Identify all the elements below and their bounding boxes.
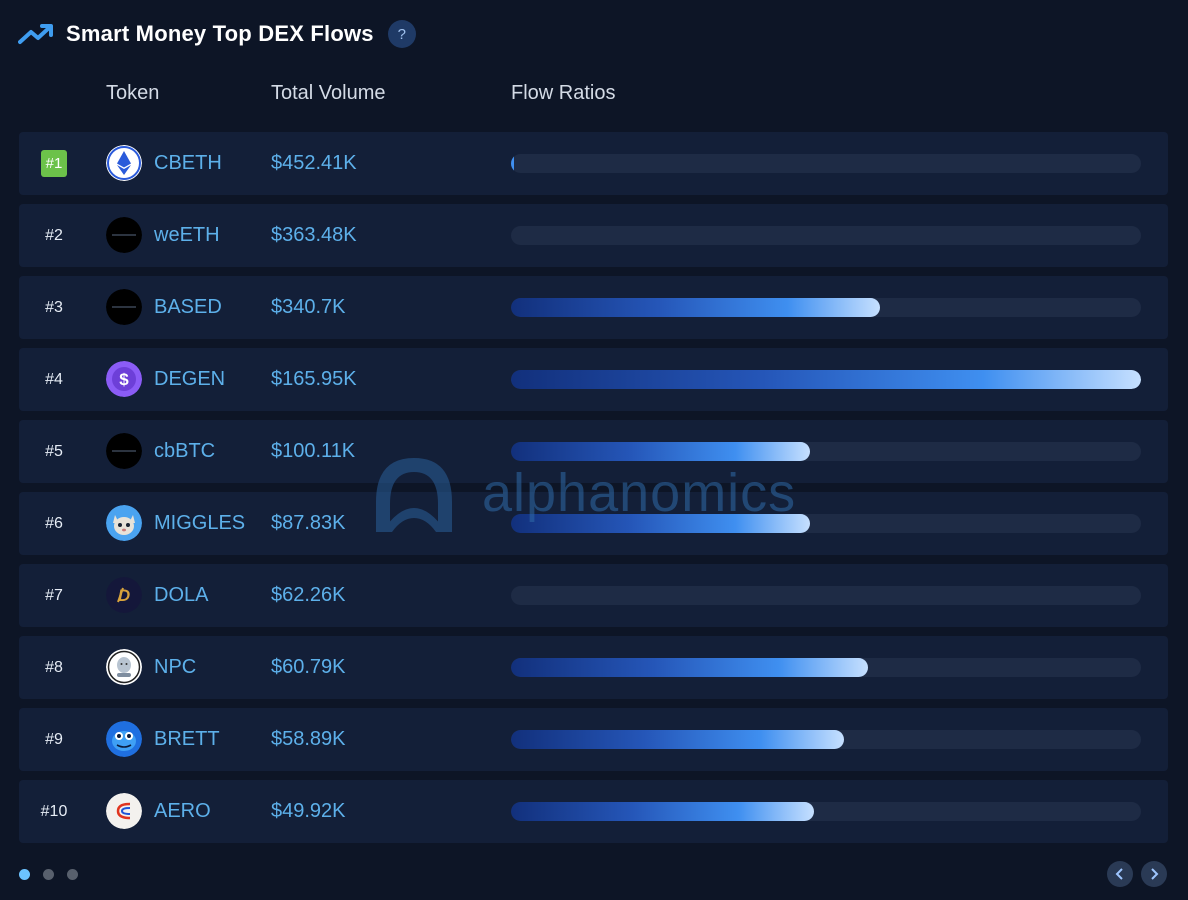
rank-text: #8 bbox=[45, 658, 63, 676]
dollar-coin-icon: $ bbox=[106, 361, 142, 397]
table-row[interactable]: #10 AERO $49.92K bbox=[19, 780, 1168, 843]
total-volume: $452.41K bbox=[271, 152, 357, 174]
flow-ratio-fill bbox=[511, 802, 814, 821]
flow-ratio-fill bbox=[511, 154, 514, 173]
flow-ratio-track bbox=[511, 154, 1141, 173]
rank-label: #9 bbox=[19, 708, 89, 771]
chevron-left-icon bbox=[1115, 868, 1123, 880]
token-table: #1 CBETH $452.41K #2 weETH $363.48K #3 BASED $34… bbox=[19, 132, 1168, 852]
flow-ratio-track bbox=[511, 586, 1141, 605]
table-row[interactable]: #5 cbBTC $100.11K bbox=[19, 420, 1168, 483]
rank-label: #3 bbox=[19, 276, 89, 339]
chevron-right-icon bbox=[1151, 868, 1159, 880]
token-name[interactable]: cbBTC bbox=[154, 420, 246, 483]
page-dot[interactable] bbox=[19, 869, 30, 880]
dark-token-icon bbox=[106, 217, 142, 253]
flow-ratio-track bbox=[511, 442, 1141, 461]
rank-text: #7 bbox=[45, 586, 63, 604]
flow-ratio-track bbox=[511, 658, 1141, 677]
next-page-button[interactable] bbox=[1141, 861, 1167, 887]
rank-text: #4 bbox=[45, 370, 63, 388]
total-volume: $62.26K bbox=[271, 584, 346, 606]
flow-ratio-track bbox=[511, 298, 1141, 317]
total-volume: $60.79K bbox=[271, 656, 346, 678]
dark-token-icon bbox=[106, 433, 142, 469]
prev-page-button[interactable] bbox=[1107, 861, 1133, 887]
flow-ratio-fill bbox=[511, 298, 880, 317]
token-name[interactable]: DOLA bbox=[154, 564, 246, 627]
rank-text: #9 bbox=[45, 730, 63, 748]
rank-label: #8 bbox=[19, 636, 89, 699]
rank-text: #5 bbox=[45, 442, 63, 460]
token-name[interactable]: NPC bbox=[154, 636, 246, 699]
table-row[interactable]: #9 BRETT $58.89K bbox=[19, 708, 1168, 771]
page-title: Smart Money Top DEX Flows bbox=[66, 21, 374, 46]
token-name[interactable]: MIGGLES bbox=[154, 492, 246, 555]
ethereum-icon bbox=[106, 145, 142, 181]
rank-text: #1 bbox=[40, 150, 68, 177]
table-row[interactable]: #7 D DOLA $62.26K bbox=[19, 564, 1168, 627]
rank-label: #1 bbox=[19, 132, 89, 195]
npc-face-icon bbox=[106, 649, 142, 685]
table-row[interactable]: #3 BASED $340.7K bbox=[19, 276, 1168, 339]
flow-ratio-track bbox=[511, 370, 1141, 389]
rank-label: #5 bbox=[19, 420, 89, 483]
total-volume: $100.11K bbox=[271, 440, 356, 462]
page-dot[interactable] bbox=[43, 869, 54, 880]
column-header-flow: Flow Ratios bbox=[511, 82, 616, 104]
trending-up-icon bbox=[18, 20, 56, 48]
rank-label: #4 bbox=[19, 348, 89, 411]
rank-text: #3 bbox=[45, 298, 63, 316]
widget-header: Smart Money Top DEX Flows ? bbox=[18, 16, 416, 52]
table-row[interactable]: #8 NPC $60.79K bbox=[19, 636, 1168, 699]
cat-icon bbox=[106, 505, 142, 541]
flow-ratio-fill bbox=[511, 658, 868, 677]
token-name[interactable]: BASED bbox=[154, 276, 246, 339]
rank-text: #6 bbox=[45, 514, 63, 532]
dark-token-icon bbox=[106, 289, 142, 325]
flow-ratio-fill bbox=[511, 514, 810, 533]
flow-ratio-track bbox=[511, 226, 1141, 245]
rank-label: #7 bbox=[19, 564, 89, 627]
brett-icon bbox=[106, 721, 142, 757]
table-row[interactable]: #4 $ DEGEN $165.95K bbox=[19, 348, 1168, 411]
flow-ratio-fill bbox=[511, 370, 1141, 389]
total-volume: $363.48K bbox=[271, 224, 357, 246]
rank-label: #6 bbox=[19, 492, 89, 555]
page-dot[interactable] bbox=[67, 869, 78, 880]
rank-label: #2 bbox=[19, 204, 89, 267]
total-volume: $58.89K bbox=[271, 728, 346, 750]
rank-text: #2 bbox=[45, 226, 63, 244]
token-name[interactable]: BRETT bbox=[154, 708, 246, 771]
total-volume: $49.92K bbox=[271, 800, 346, 822]
flow-ratio-fill bbox=[511, 730, 844, 749]
pagination-dots bbox=[19, 869, 78, 880]
flow-ratio-track bbox=[511, 802, 1141, 821]
rank-label: #10 bbox=[19, 780, 89, 843]
svg-text:$: $ bbox=[119, 370, 129, 389]
aero-icon bbox=[106, 793, 142, 829]
total-volume: $87.83K bbox=[271, 512, 346, 534]
rank-text: #10 bbox=[40, 802, 68, 820]
table-row[interactable]: #6 MIGGLES $87.83K bbox=[19, 492, 1168, 555]
token-name[interactable]: CBETH bbox=[154, 132, 246, 195]
token-name[interactable]: weETH bbox=[154, 204, 246, 267]
dola-icon: D bbox=[106, 577, 142, 613]
table-row[interactable]: #1 CBETH $452.41K bbox=[19, 132, 1168, 195]
flow-ratio-track bbox=[511, 514, 1141, 533]
column-header-token: Token bbox=[106, 82, 160, 104]
total-volume: $340.7K bbox=[271, 296, 346, 318]
help-icon[interactable]: ? bbox=[387, 20, 416, 48]
flow-ratio-fill bbox=[511, 442, 810, 461]
flow-ratio-track bbox=[511, 730, 1141, 749]
token-name[interactable]: DEGEN bbox=[154, 348, 246, 411]
table-row[interactable]: #2 weETH $363.48K bbox=[19, 204, 1168, 267]
token-name[interactable]: AERO bbox=[154, 780, 246, 843]
column-header-volume: Total Volume bbox=[271, 82, 386, 104]
total-volume: $165.95K bbox=[271, 368, 357, 390]
